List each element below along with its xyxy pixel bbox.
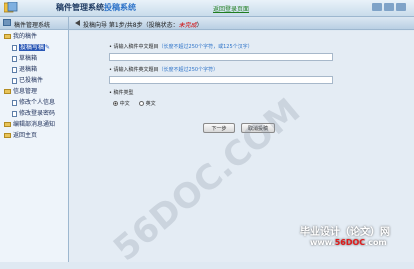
document-icon (12, 77, 17, 84)
type-option-label: 英文 (145, 101, 156, 107)
back-arrow-icon[interactable] (75, 20, 80, 26)
sidebar-item-label: 编辑部消息通知 (13, 121, 56, 128)
document-icon (12, 44, 17, 51)
sidebar-item-label: 我的稿件 (13, 33, 38, 40)
sidebar-item-label: 投稿写稿 (19, 44, 46, 51)
tool-icon[interactable] (396, 3, 406, 11)
computer-icon (3, 19, 11, 26)
app-title-sub: 投稿系统 (104, 3, 136, 12)
corner-watermark-title: 毕业设计（论文）网 (300, 227, 390, 238)
app-logo-icon (3, 1, 18, 13)
sidebar-item-label: 返回主页 (13, 132, 38, 139)
url-suffix: .com (365, 238, 387, 247)
folder-icon (4, 89, 11, 94)
type-option-english[interactable]: 英文 (139, 100, 156, 107)
en-title-label-text: • 请输入稿件英文题目 (109, 67, 159, 73)
sidebar-item-home[interactable]: 返回主页 (4, 132, 37, 140)
sidebar-item-edit-profile[interactable]: 修改个人信息 (12, 99, 55, 107)
back-to-login-link[interactable]: 返回登录页面 (213, 4, 249, 13)
document-icon (12, 66, 17, 73)
folder-icon (4, 34, 11, 39)
document-icon (12, 99, 17, 106)
document-icon (12, 110, 17, 117)
tool-icon[interactable] (372, 3, 382, 11)
radio-checked-icon[interactable] (113, 101, 118, 106)
app-header: 稿件管理系统投稿系统 返回登录页面 (0, 0, 414, 17)
sidebar-item-my-manuscripts[interactable]: 我的稿件 (4, 33, 37, 41)
header-tools (372, 3, 410, 13)
en-title-input[interactable] (109, 76, 333, 84)
sidebar-item-label: 修改登录密码 (19, 110, 56, 117)
sidebar-item-label: 已投稿件 (19, 77, 44, 84)
corner-watermark-url: www.56DOC.com (310, 238, 387, 247)
en-title-hint: （长度不超过250个字符） (158, 67, 219, 73)
sidebar-header: 稿件管理系统 (0, 17, 68, 30)
url-brand: 56DOC (334, 238, 366, 247)
tool-icon[interactable] (384, 3, 394, 11)
cn-title-input[interactable] (109, 53, 333, 61)
sidebar-item-label: 草稿箱 (19, 55, 38, 62)
sidebar-item-change-password[interactable]: 修改登录密码 (12, 110, 55, 118)
next-step-button[interactable]: 下一步 (203, 123, 235, 133)
app-title: 稿件管理系统投稿系统 (56, 2, 136, 13)
document-icon (12, 55, 17, 62)
en-title-label: • 请输入稿件英文题目（长度不超过250个字符） (109, 66, 218, 73)
wizard-status-value: 未完成 (178, 22, 197, 29)
type-option-label: 中文 (119, 101, 130, 107)
sidebar-item-label: 信息管理 (13, 88, 38, 95)
wizard-step-status: 投稿向导 第1步/共8步（投稿状态：未完成） (83, 20, 203, 29)
sidebar-item-submit[interactable]: 投稿写稿✎ (12, 44, 50, 52)
type-option-chinese[interactable]: 中文 (113, 100, 130, 107)
cn-title-label: • 请输入稿件中文题目（长度不超过250个字符，或125个汉字） (109, 43, 253, 50)
sidebar-item-info-management[interactable]: 信息管理 (4, 88, 37, 96)
sidebar-header-label: 稿件管理系统 (14, 22, 51, 29)
radio-unchecked-icon[interactable] (139, 101, 144, 106)
sidebar-item-drafts[interactable]: 草稿箱 (12, 55, 37, 63)
type-label: • 稿件类型 (109, 90, 134, 96)
sidebar: 稿件管理系统 我的稿件 投稿写稿✎ 草稿箱 退稿箱 已投稿件 信息管理 修改个人… (0, 17, 69, 262)
folder-icon (4, 133, 11, 138)
folder-icon (4, 122, 11, 127)
sidebar-item-notifications[interactable]: 编辑部消息通知 (4, 121, 55, 129)
wizard-status-end: ） (196, 22, 203, 29)
sidebar-item-label: 退稿箱 (19, 66, 38, 73)
app-title-main: 稿件管理系统 (56, 3, 104, 12)
wizard-bar: 投稿向导 第1步/共8步（投稿状态：未完成） (69, 17, 414, 30)
pencil-icon: ✎ (45, 44, 51, 51)
cn-title-label-text: • 请输入稿件中文题目 (109, 44, 159, 50)
sidebar-item-rejected[interactable]: 退稿箱 (12, 66, 37, 74)
cn-title-hint: （长度不超过250个字符，或125个汉字） (158, 44, 253, 50)
sidebar-item-submitted[interactable]: 已投稿件 (12, 77, 43, 85)
wizard-step-text: 投稿向导 第1步/共8步（投稿状态： (83, 22, 179, 29)
url-prefix: www. (310, 238, 335, 247)
sidebar-item-label: 修改个人信息 (19, 99, 56, 106)
